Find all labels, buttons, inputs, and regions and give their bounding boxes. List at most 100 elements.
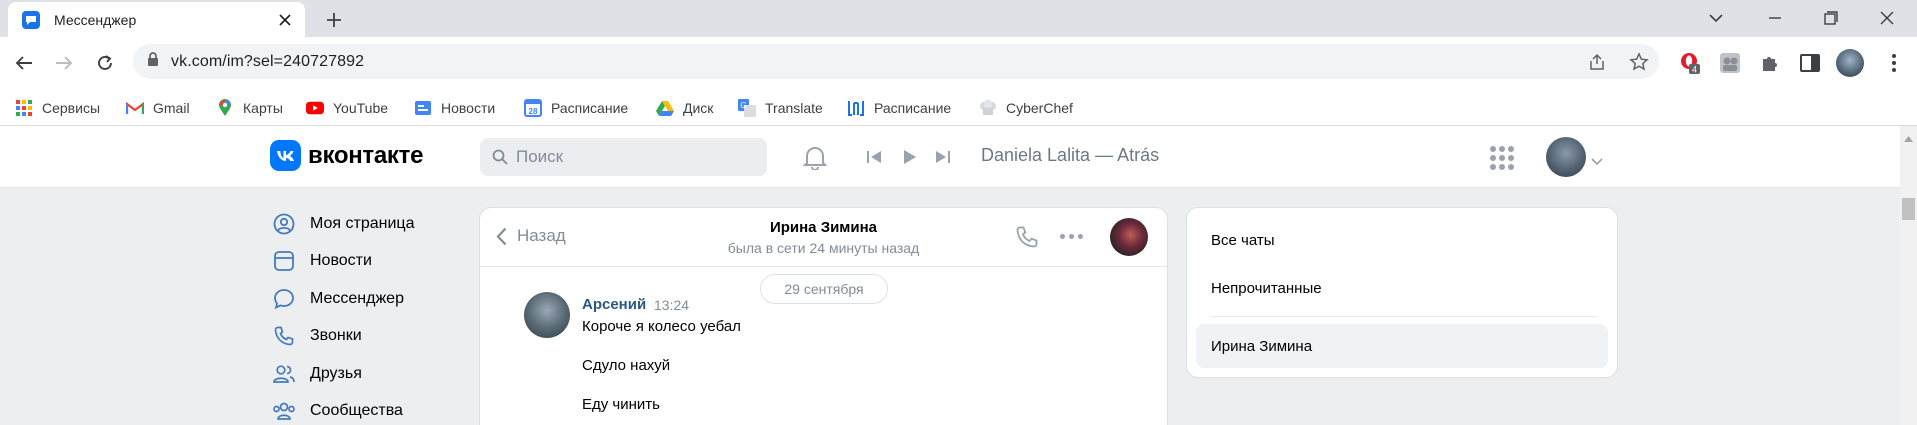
vk-logo-icon <box>270 140 301 171</box>
lock-icon[interactable] <box>147 52 159 71</box>
vk-logo[interactable]: вконтакте <box>270 140 423 171</box>
translate-icon: G <box>738 99 756 117</box>
message-bubble-icon <box>272 287 296 311</box>
apps-grid-icon <box>15 99 33 117</box>
page-scrollbar[interactable] <box>1900 126 1917 425</box>
profile-avatar-icon[interactable] <box>1836 49 1864 77</box>
vk-logo-text: вконтакте <box>308 141 424 169</box>
scroll-up-arrow-icon[interactable] <box>1904 129 1913 147</box>
reload-icon[interactable] <box>91 49 119 77</box>
message-author[interactable]: Арсений <box>582 296 646 313</box>
menu-item-calls[interactable]: Звонки <box>272 322 362 350</box>
bookmark-cyberchef[interactable]: CyberChef <box>979 96 1073 120</box>
profile-extension-icon[interactable] <box>1716 49 1744 77</box>
bookmark-label: Карты <box>243 100 283 116</box>
selected-chat-label: Ирина Зимина <box>1211 337 1313 355</box>
filter-selected-chat[interactable]: Ирина Зимина <box>1196 324 1608 368</box>
user-circle-icon <box>272 212 296 236</box>
bookmark-star-icon[interactable] <box>1627 50 1651 74</box>
filter-all-chats[interactable]: Все чаты <box>1211 232 1275 249</box>
message-author-avatar[interactable] <box>524 292 570 338</box>
restore-window-icon[interactable] <box>1811 4 1851 32</box>
forward-arrow-icon[interactable] <box>50 49 78 77</box>
browser-menu-icon[interactable] <box>1880 49 1908 77</box>
call-icon[interactable] <box>1015 225 1039 254</box>
message-text: Короче я колесо уебал <box>582 318 741 335</box>
search-icon <box>492 149 508 165</box>
next-track-icon[interactable] <box>929 143 957 171</box>
bookmark-calendar[interactable]: 28 Расписание <box>524 96 628 120</box>
vk-apps-grid-icon[interactable] <box>1490 146 1514 170</box>
date-separator: 29 сентября <box>760 274 888 304</box>
search-input[interactable]: Поиск <box>480 138 767 176</box>
svg-text:28: 28 <box>529 107 538 116</box>
browser-tabstrip: Мессенджер <box>0 0 1917 37</box>
search-placeholder: Поиск <box>516 147 564 166</box>
bookmark-news[interactable]: Новости <box>414 96 495 120</box>
chat-header: Назад Ирина Зимина была в сети 24 минуты… <box>480 208 1167 267</box>
news-icon <box>414 99 432 117</box>
close-window-icon[interactable] <box>1867 4 1907 32</box>
menu-item-label: Друзья <box>310 365 362 382</box>
bookmark-services[interactable]: Сервисы <box>15 96 100 120</box>
menu-item-communities[interactable]: Сообщества <box>272 397 403 425</box>
back-arrow-icon[interactable] <box>10 49 38 77</box>
bookmark-label: Расписание <box>874 100 952 116</box>
menu-item-my-page[interactable]: Моя страница <box>272 210 414 238</box>
browser-tab[interactable]: Мессенджер <box>8 2 305 37</box>
bookmark-label: Новости <box>441 100 496 116</box>
contact-avatar[interactable] <box>1110 218 1148 256</box>
bookmark-label: YouTube <box>333 100 389 116</box>
address-bar[interactable]: vk.com/im?sel=240727892 <box>133 44 1659 79</box>
chevron-down-icon[interactable] <box>1591 153 1603 171</box>
tab-search-chevron-icon[interactable] <box>1696 4 1736 32</box>
menu-item-news[interactable]: Новости <box>272 247 372 275</box>
bookmarks-bar: Сервисы Gmail Карты YouTube Новости 28 Р… <box>0 90 1917 126</box>
communities-icon <box>272 399 296 423</box>
previous-track-icon[interactable] <box>860 143 888 171</box>
bookmark-label: Диск <box>683 100 714 116</box>
scroll-thumb[interactable] <box>1902 198 1915 220</box>
bookmark-label: Сервисы <box>42 100 101 116</box>
notifications-bell-icon[interactable] <box>801 143 829 171</box>
minimize-window-icon[interactable] <box>1755 4 1795 32</box>
message-time[interactable]: 13:24 <box>654 297 689 313</box>
youtube-icon <box>306 99 324 117</box>
message-text: Еду чинить <box>582 396 660 413</box>
bookmark-label: CyberChef <box>1006 100 1073 116</box>
chat-panel: Назад Ирина Зимина была в сети 24 минуты… <box>479 207 1168 425</box>
filter-unread[interactable]: Непрочитанные <box>1211 280 1322 297</box>
extensions-puzzle-icon[interactable] <box>1756 49 1784 77</box>
bookmark-schedule[interactable]: Расписание <box>847 96 951 120</box>
chef-hat-icon <box>979 99 997 117</box>
maps-pin-icon <box>216 99 234 117</box>
bookmark-translate[interactable]: G Translate <box>738 96 823 120</box>
bookmark-drive[interactable]: Диск <box>656 96 713 120</box>
opera-extension-icon[interactable]: 4 <box>1676 49 1704 77</box>
calendar-icon: 28 <box>524 99 542 117</box>
bookmark-label: Расписание <box>551 100 629 116</box>
chat-contact-status: была в сети 24 минуты назад <box>727 240 920 256</box>
more-options-icon[interactable] <box>1060 234 1083 239</box>
bookmark-gmail[interactable]: Gmail <box>126 96 190 120</box>
chat-filters-panel: Все чаты Непрочитанные Ирина Зимина <box>1186 207 1618 378</box>
menu-item-label: Звонки <box>310 327 362 344</box>
gmail-icon <box>126 99 144 117</box>
user-avatar[interactable] <box>1546 137 1586 177</box>
extension-badge: 4 <box>1692 65 1697 75</box>
vk-header: вконтакте Поиск Daniela Lalita — Atrás <box>0 126 1900 188</box>
share-icon[interactable] <box>1585 50 1609 74</box>
friends-icon <box>272 362 296 386</box>
messenger-favicon-icon <box>22 10 40 29</box>
close-tab-icon[interactable] <box>275 10 295 30</box>
menu-item-friends[interactable]: Друзья <box>272 360 362 388</box>
now-playing-track[interactable]: Daniela Lalita — Atrás <box>981 145 1159 166</box>
menu-item-messenger[interactable]: Мессенджер <box>272 285 404 313</box>
side-panel-icon[interactable] <box>1796 49 1824 77</box>
play-icon[interactable] <box>895 143 923 171</box>
bookmark-maps[interactable]: Карты <box>216 96 283 120</box>
new-tab-button[interactable] <box>322 8 346 32</box>
bookmark-youtube[interactable]: YouTube <box>306 96 388 120</box>
browser-toolbar: vk.com/im?sel=240727892 4 <box>0 37 1917 90</box>
news-feed-icon <box>272 249 296 273</box>
